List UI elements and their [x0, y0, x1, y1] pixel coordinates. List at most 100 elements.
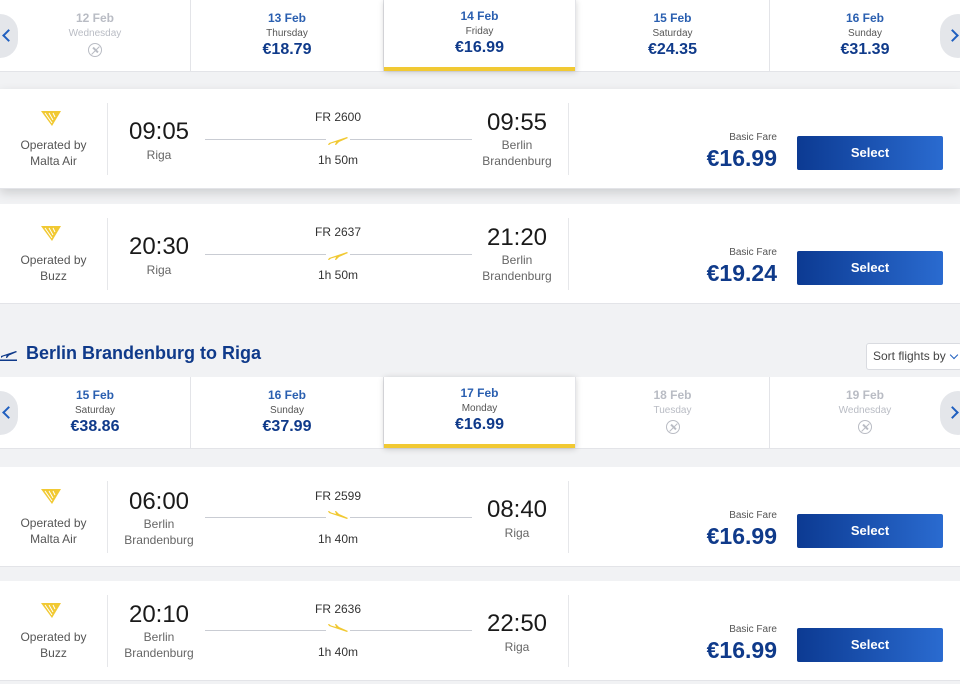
operator-text: Operated by Malta Air	[0, 515, 107, 547]
ryanair-harp-icon	[41, 489, 61, 504]
fare-price: €16.99	[706, 145, 777, 171]
select-flight-button[interactable]: Select	[797, 136, 943, 170]
plane-icon	[326, 510, 350, 524]
arrival-place: Berlin Brandenburg	[462, 252, 572, 284]
sort-flights-dropdown[interactable]: Sort flights by	[866, 343, 960, 370]
divider	[568, 103, 569, 175]
fare-type-label: Basic Fare	[729, 624, 777, 635]
date-option[interactable]: 16 Feb Sunday €31.39	[770, 0, 960, 71]
select-flight-button[interactable]: Select	[797, 251, 943, 285]
operator-text: Operated by Buzz	[0, 629, 107, 661]
day-label: Sunday	[848, 28, 882, 39]
date-price: €37.99	[262, 418, 312, 435]
plane-icon	[326, 132, 350, 146]
divider	[568, 595, 569, 667]
ryanair-harp-icon	[41, 111, 61, 126]
flight-card: Operated by Malta Air 06:00 Berlin Brand…	[0, 467, 960, 567]
departure-place-line: Berlin	[143, 517, 175, 531]
date-option[interactable]: 15 Feb Saturday €38.86	[0, 377, 191, 448]
outbound-date-carousel: 12 Feb Wednesday 13 Feb Thursday €18.79 …	[0, 0, 960, 72]
flight-card: Operated by Buzz 20:10 Berlin Brandenbur…	[0, 581, 960, 681]
plane-icon	[0, 351, 17, 361]
date-option-selected[interactable]: 14 Feb Friday €16.99	[384, 0, 576, 71]
date-price: €24.35	[648, 41, 697, 58]
date-option[interactable]: 15 Feb Saturday €24.35	[576, 0, 770, 71]
select-flight-button[interactable]: Select	[797, 628, 943, 662]
day-label: Monday	[461, 403, 498, 414]
date-option: 12 Feb Wednesday	[0, 0, 191, 71]
arrival-place: Riga	[504, 526, 530, 540]
return-section-title: Berlin Brandenburg to Riga	[26, 343, 262, 363]
plane-icon	[326, 623, 350, 637]
no-flights-icon	[858, 420, 872, 434]
flight-duration: 1h 40m	[317, 532, 359, 546]
date-price: €38.86	[70, 418, 120, 435]
operator-name: Malta Air	[30, 532, 77, 546]
arrival-place-line: Brandenburg	[482, 154, 552, 168]
plane-icon	[326, 247, 350, 261]
arrival-time: 22:50	[486, 610, 548, 637]
flight-card: Operated by Buzz 20:30 Riga FR 2637 1h 5…	[0, 204, 960, 304]
departure-place-line: Brandenburg	[124, 646, 194, 660]
date-option[interactable]: 16 Feb Sunday €37.99	[191, 377, 384, 448]
departure-place: Berlin Brandenburg	[104, 516, 214, 548]
fare-price: €19.24	[706, 260, 777, 286]
day-label: Friday	[465, 26, 494, 37]
operated-by-label: Operated by	[20, 253, 87, 267]
day-label: Sunday	[270, 405, 304, 416]
flight-card: Operated by Malta Air 09:05 Riga FR 2600…	[0, 89, 960, 189]
date-option: 19 Feb Wednesday	[770, 377, 960, 448]
operator-name: Malta Air	[30, 154, 77, 168]
no-flights-icon	[88, 43, 102, 57]
divider	[568, 218, 569, 290]
arrival-time: 21:20	[486, 224, 548, 251]
fare-type-label: Basic Fare	[729, 247, 777, 258]
day-label: Thursday	[266, 28, 308, 39]
date-option-selected[interactable]: 17 Feb Monday €16.99	[384, 377, 576, 448]
chevron-down-icon	[949, 350, 959, 360]
date-label: 13 Feb	[267, 11, 306, 25]
operator-text: Operated by Malta Air	[0, 137, 107, 169]
date-label: 12 Feb	[75, 11, 114, 25]
arrival-place-line: Berlin	[501, 138, 533, 152]
departure-place: Riga	[146, 148, 172, 162]
day-label: Tuesday	[653, 405, 692, 416]
operator-name: Buzz	[40, 269, 67, 283]
chevron-right-icon	[946, 406, 959, 419]
departure-time: 06:00	[128, 488, 190, 515]
departure-place-line: Berlin	[143, 630, 175, 644]
date-label: 18 Feb	[653, 388, 692, 402]
ryanair-harp-icon	[41, 226, 61, 241]
day-label: Saturday	[74, 405, 116, 416]
date-price: €16.99	[455, 416, 504, 433]
day-label: Saturday	[652, 28, 693, 39]
date-price: €18.79	[262, 41, 312, 58]
date-option[interactable]: 13 Feb Thursday €18.79	[191, 0, 384, 71]
no-flights-icon	[665, 420, 680, 434]
arrival-place: Riga	[504, 640, 530, 654]
flight-number: FR 2599	[314, 489, 362, 503]
operator-info: Operated by Buzz	[0, 218, 108, 290]
departure-place: Berlin Brandenburg	[104, 629, 214, 661]
sort-label: Sort flights by	[873, 349, 946, 363]
date-label: 16 Feb	[845, 11, 884, 25]
date-label: 14 Feb	[460, 9, 499, 23]
arrival-time: 09:55	[486, 109, 548, 136]
date-label: 15 Feb	[653, 11, 692, 25]
chevron-left-icon	[2, 406, 15, 419]
return-date-carousel: 15 Feb Saturday €38.86 16 Feb Sunday €37…	[0, 377, 960, 449]
flight-number: FR 2600	[314, 110, 362, 124]
flight-number: FR 2637	[314, 225, 362, 239]
day-label: Wednesday	[68, 28, 122, 39]
date-label: 17 Feb	[460, 386, 499, 400]
arrival-place: Berlin Brandenburg	[462, 137, 572, 169]
date-option: 18 Feb Tuesday	[576, 377, 770, 448]
departure-place: Riga	[146, 263, 172, 277]
operator-info: Operated by Malta Air	[0, 481, 108, 553]
date-label: 16 Feb	[267, 388, 306, 402]
fare-type-label: Basic Fare	[729, 132, 777, 143]
flight-number: FR 2636	[314, 602, 362, 616]
operator-name: Buzz	[40, 646, 67, 660]
operated-by-label: Operated by	[20, 630, 87, 644]
select-flight-button[interactable]: Select	[797, 514, 943, 548]
